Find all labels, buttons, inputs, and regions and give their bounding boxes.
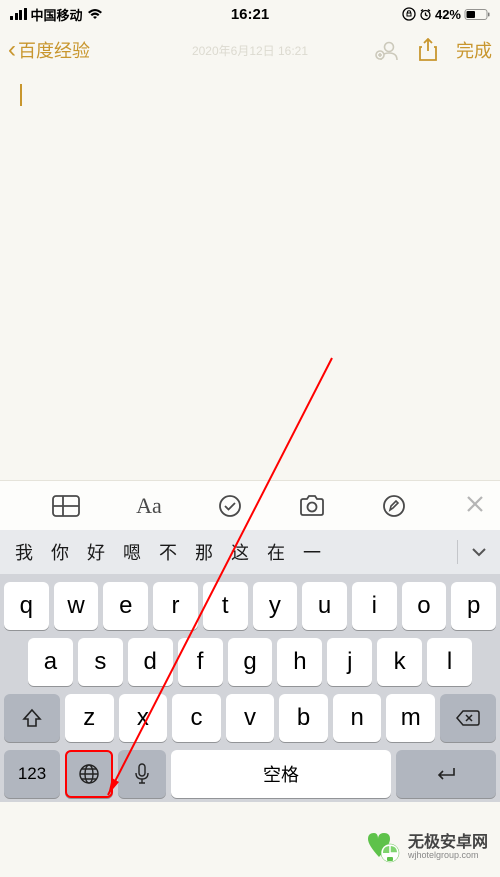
collaborate-icon[interactable] xyxy=(374,39,400,61)
suggestion-item[interactable]: 嗯 xyxy=(114,539,150,565)
key-v[interactable]: v xyxy=(226,694,275,742)
suggestion-item[interactable]: 一 xyxy=(294,539,330,565)
carrier-label: 中国移动 xyxy=(31,5,83,24)
suggestion-item[interactable]: 你 xyxy=(42,539,78,565)
text-format-icon[interactable]: Aa xyxy=(136,493,162,519)
status-time: 16:21 xyxy=(231,6,269,23)
key-row-2: a s d f g h j k l xyxy=(0,630,500,686)
share-icon[interactable] xyxy=(418,38,438,62)
key-row-1: q w e r t y u i o p xyxy=(0,574,500,630)
expand-suggestions-icon[interactable] xyxy=(458,530,500,574)
key-u[interactable]: u xyxy=(302,582,347,630)
suggestion-item[interactable]: 这 xyxy=(222,539,258,565)
key-l[interactable]: l xyxy=(427,638,472,686)
status-left: 中国移动 xyxy=(10,5,103,24)
checklist-icon[interactable] xyxy=(218,494,242,518)
key-f[interactable]: f xyxy=(178,638,223,686)
nav-actions: 完成 xyxy=(374,37,492,63)
watermark: 无极安卓网 wjhotelgroup.com xyxy=(364,829,488,865)
chevron-left-icon: ‹ xyxy=(8,38,16,62)
key-a[interactable]: a xyxy=(28,638,73,686)
key-h[interactable]: h xyxy=(277,638,322,686)
key-g[interactable]: g xyxy=(228,638,273,686)
suggestion-bar: 我 你 好 嗯 不 那 这 在 一 xyxy=(0,530,500,574)
key-t[interactable]: t xyxy=(203,582,248,630)
numeric-key[interactable]: 123 xyxy=(4,750,60,798)
suggestion-item[interactable]: 不 xyxy=(150,539,186,565)
watermark-title: 无极安卓网 xyxy=(408,835,488,851)
key-j[interactable]: j xyxy=(327,638,372,686)
key-z[interactable]: z xyxy=(65,694,114,742)
key-r[interactable]: r xyxy=(153,582,198,630)
key-e[interactable]: e xyxy=(103,582,148,630)
done-button[interactable]: 完成 xyxy=(456,37,492,63)
formatting-toolbar: Aa xyxy=(0,480,500,530)
note-date-faded: 2020年6月12日 16:21 xyxy=(192,42,308,59)
return-key[interactable] xyxy=(396,750,496,798)
battery-icon xyxy=(464,8,490,21)
note-content-area[interactable] xyxy=(0,72,500,480)
key-c[interactable]: c xyxy=(172,694,221,742)
key-w[interactable]: w xyxy=(54,582,99,630)
space-key[interactable]: 空格 xyxy=(171,750,391,798)
dictation-key[interactable] xyxy=(118,750,166,798)
text-cursor xyxy=(20,84,22,106)
cellular-signal-icon xyxy=(10,8,27,20)
key-y[interactable]: y xyxy=(253,582,298,630)
key-i[interactable]: i xyxy=(352,582,397,630)
globe-key[interactable] xyxy=(65,750,113,798)
key-k[interactable]: k xyxy=(377,638,422,686)
key-x[interactable]: x xyxy=(119,694,168,742)
key-q[interactable]: q xyxy=(4,582,49,630)
watermark-icon xyxy=(364,829,400,865)
table-icon[interactable] xyxy=(52,495,80,517)
suggestion-item[interactable]: 好 xyxy=(78,539,114,565)
keyboard: 我 你 好 嗯 不 那 这 在 一 q w e r t y u i o p a … xyxy=(0,530,500,802)
key-o[interactable]: o xyxy=(402,582,447,630)
key-b[interactable]: b xyxy=(279,694,328,742)
shift-key[interactable] xyxy=(4,694,60,742)
alarm-icon xyxy=(419,8,432,21)
battery-percentage: 42% xyxy=(435,7,461,22)
dismiss-toolbar-icon[interactable] xyxy=(454,493,496,519)
suggestion-item[interactable]: 那 xyxy=(186,539,222,565)
backspace-key[interactable] xyxy=(440,694,496,742)
wifi-icon xyxy=(87,8,103,20)
aa-label: Aa xyxy=(136,493,162,519)
status-bar: 中国移动 16:21 42% xyxy=(0,0,500,28)
back-label: 百度经验 xyxy=(18,37,90,63)
back-button[interactable]: ‹ 百度经验 xyxy=(8,37,90,63)
key-m[interactable]: m xyxy=(386,694,435,742)
status-right: 42% xyxy=(402,7,490,22)
lock-orientation-icon xyxy=(402,7,416,21)
suggestion-item[interactable]: 我 xyxy=(6,539,42,565)
watermark-subtitle: wjhotelgroup.com xyxy=(408,851,488,860)
key-row-3: z x c v b n m xyxy=(0,686,500,742)
key-n[interactable]: n xyxy=(333,694,382,742)
markup-icon[interactable] xyxy=(382,494,406,518)
key-d[interactable]: d xyxy=(128,638,173,686)
key-s[interactable]: s xyxy=(78,638,123,686)
key-row-bottom: 123 空格 xyxy=(0,742,500,798)
nav-bar: ‹ 百度经验 2020年6月12日 16:21 完成 xyxy=(0,28,500,72)
camera-icon[interactable] xyxy=(298,495,326,517)
key-p[interactable]: p xyxy=(451,582,496,630)
suggestion-item[interactable]: 在 xyxy=(258,539,294,565)
